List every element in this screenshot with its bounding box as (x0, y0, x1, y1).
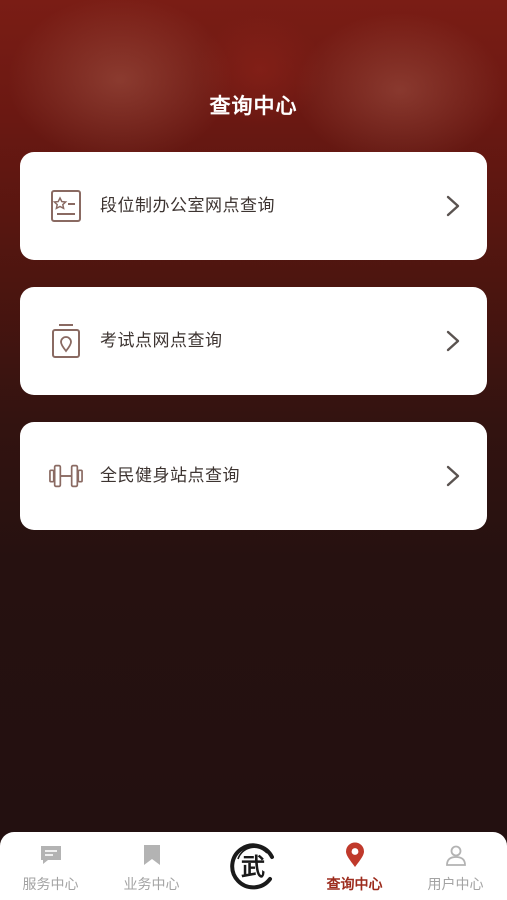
tab-label: 用户中心 (427, 877, 484, 893)
card-label: 全民健身站点查询 (100, 466, 240, 486)
tab-business-center[interactable]: 业务中心 (101, 832, 202, 900)
card-exam-site-query[interactable]: 考试点网点查询 (20, 287, 487, 395)
card-fitness-station-query[interactable]: 全民健身站点查询 (20, 422, 487, 530)
user-icon (443, 843, 469, 867)
id-card-icon (49, 187, 83, 225)
chevron-right-icon (445, 464, 461, 488)
tab-user-center[interactable]: 用户中心 (405, 832, 506, 900)
card-label: 考试点网点查询 (100, 331, 223, 351)
chat-bubble-icon (38, 843, 64, 867)
map-pin-icon (342, 842, 368, 867)
chevron-right-icon (445, 329, 461, 353)
tab-service-center[interactable]: 服务中心 (0, 832, 101, 900)
chevron-right-icon (445, 194, 461, 218)
page-title: 查询中心 (209, 94, 298, 118)
dumbbell-icon (49, 457, 83, 495)
location-document-icon (49, 322, 83, 360)
tab-label: 业务中心 (123, 877, 180, 893)
tab-query-center[interactable]: 查询中心 (304, 832, 405, 900)
center-logo-text: 武 (241, 852, 265, 881)
tab-label: 服务中心 (22, 877, 79, 893)
tab-label: 查询中心 (326, 877, 383, 893)
wushu-logo-icon: 武 (230, 843, 274, 890)
card-rank-office-query[interactable]: 段位制办公室网点查询 (20, 152, 487, 260)
center-logo-button[interactable]: 武 (226, 839, 280, 893)
bookmark-icon (139, 843, 165, 867)
card-label: 段位制办公室网点查询 (100, 196, 275, 216)
